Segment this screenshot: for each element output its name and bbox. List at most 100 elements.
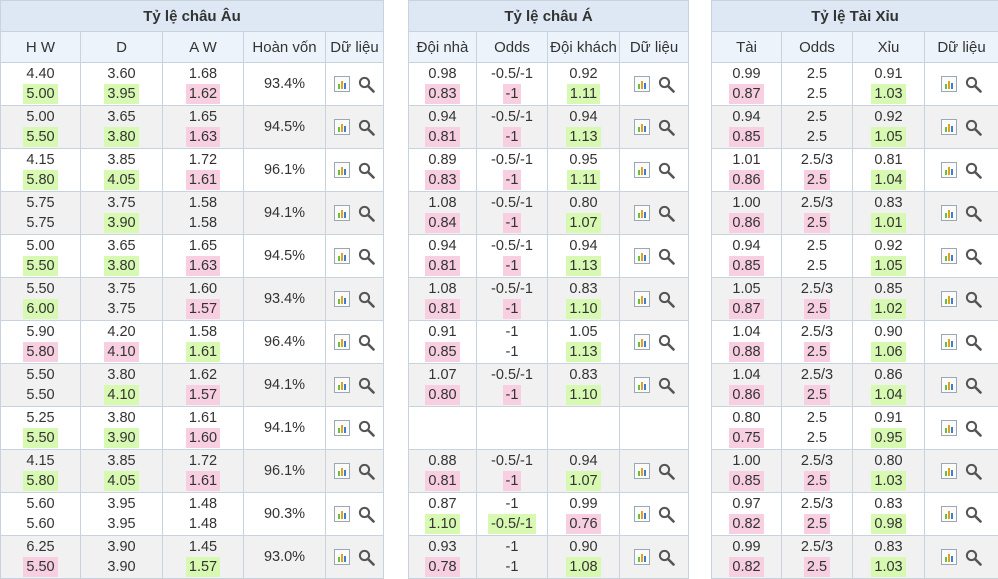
magnifier-icon[interactable] [965,119,982,136]
magnifier-icon[interactable] [965,377,982,394]
magnifier-icon[interactable] [658,76,675,93]
magnifier-icon[interactable] [358,420,375,437]
magnifier-icon[interactable] [358,549,375,566]
bar-chart-icon[interactable] [334,248,350,264]
opening-value: 1.58 [186,322,220,342]
bar-chart-icon[interactable] [941,506,957,522]
current-value: 4.05 [104,471,138,491]
bar-chart-icon[interactable] [634,248,650,264]
magnifier-icon[interactable] [965,334,982,351]
bar-chart-icon[interactable] [634,291,650,307]
odds-cell: 0.940.81 [409,106,477,149]
bar-chart-icon[interactable] [334,463,350,479]
bar-chart-icon[interactable] [941,377,957,393]
data-tools-cell [620,63,689,106]
bar-chart-icon[interactable] [941,119,957,135]
table-row: 1.040.882.5/32.50.901.06 [712,321,998,364]
bar-chart-icon[interactable] [941,549,957,565]
bar-chart-icon[interactable] [634,506,650,522]
odds-cell: 3.603.95 [81,63,163,106]
magnifier-icon[interactable] [358,248,375,265]
bar-chart-icon[interactable] [941,463,957,479]
odds-cell: 0.901.06 [853,321,925,364]
current-value: 1.02 [871,299,905,319]
current-value: 5.50 [23,127,57,147]
data-tools-cell [925,493,998,536]
magnifier-icon[interactable] [358,205,375,222]
current-value: 0.95 [871,428,905,448]
bar-chart-icon[interactable] [941,76,957,92]
current-value: 6.00 [23,299,57,319]
opening-value: 1.60 [186,279,220,299]
magnifier-icon[interactable] [358,377,375,394]
bar-chart-icon[interactable] [334,420,350,436]
magnifier-icon[interactable] [658,377,675,394]
current-value: 5.75 [23,213,57,233]
magnifier-icon[interactable] [965,76,982,93]
bar-chart-icon[interactable] [634,119,650,135]
bar-chart-icon[interactable] [334,76,350,92]
magnifier-icon[interactable] [965,549,982,566]
bar-chart-icon[interactable] [334,119,350,135]
data-tools [326,463,383,480]
bar-chart-icon[interactable] [941,162,957,178]
bar-chart-icon[interactable] [634,334,650,350]
magnifier-icon[interactable] [358,76,375,93]
magnifier-icon[interactable] [658,549,675,566]
bar-chart-icon[interactable] [634,463,650,479]
odds-panel-europe: Tỷ lệ châu Âu H W D A W Hoàn vốn Dữ liệu… [0,0,383,579]
bar-chart-icon[interactable] [634,162,650,178]
data-tools [326,291,383,308]
bar-chart-icon[interactable] [634,377,650,393]
bar-chart-icon[interactable] [334,334,350,350]
bar-chart-icon[interactable] [334,291,350,307]
bar-chart-icon[interactable] [334,549,350,565]
magnifier-icon[interactable] [658,334,675,351]
magnifier-icon[interactable] [358,119,375,136]
bar-chart-icon[interactable] [334,377,350,393]
bar-chart-icon[interactable] [941,420,957,436]
bar-chart-icon[interactable] [334,162,350,178]
magnifier-icon[interactable] [658,291,675,308]
current-value: -1 [503,127,522,147]
data-tools [326,205,383,222]
payout-cell: 96.1% [244,450,326,493]
magnifier-icon[interactable] [658,463,675,480]
bar-chart-icon[interactable] [941,248,957,264]
magnifier-icon[interactable] [658,205,675,222]
magnifier-icon[interactable] [965,291,982,308]
current-value: 3.75 [104,299,138,319]
magnifier-icon[interactable] [358,506,375,523]
magnifier-icon[interactable] [658,162,675,179]
bar-chart-icon[interactable] [941,205,957,221]
bar-chart-icon[interactable] [634,549,650,565]
magnifier-icon[interactable] [965,248,982,265]
magnifier-icon[interactable] [658,248,675,265]
magnifier-icon[interactable] [965,506,982,523]
current-value: 1.62 [186,84,220,104]
magnifier-icon[interactable] [965,205,982,222]
bar-chart-icon[interactable] [941,291,957,307]
magnifier-icon[interactable] [358,162,375,179]
odds-cell: -0.5/-1-1 [477,192,548,235]
magnifier-icon[interactable] [658,506,675,523]
magnifier-icon[interactable] [358,291,375,308]
opening-value: 0.83 [566,365,600,385]
magnifier-icon[interactable] [358,334,375,351]
bar-chart-icon[interactable] [334,506,350,522]
opening-value: 6.25 [23,537,57,557]
bar-chart-icon[interactable] [334,205,350,221]
bar-chart-icon[interactable] [634,205,650,221]
magnifier-icon[interactable] [965,162,982,179]
odds-cell: 0.941.07 [548,450,620,493]
magnifier-icon[interactable] [658,119,675,136]
magnifier-icon[interactable] [965,463,982,480]
odds-cell: 0.921.05 [853,106,925,149]
magnifier-icon[interactable] [358,463,375,480]
column-header-data: Dữ liệu [326,32,384,63]
magnifier-icon[interactable] [965,420,982,437]
data-tools-cell [326,321,384,364]
current-value: 0.86 [729,170,763,190]
bar-chart-icon[interactable] [941,334,957,350]
bar-chart-icon[interactable] [634,76,650,92]
